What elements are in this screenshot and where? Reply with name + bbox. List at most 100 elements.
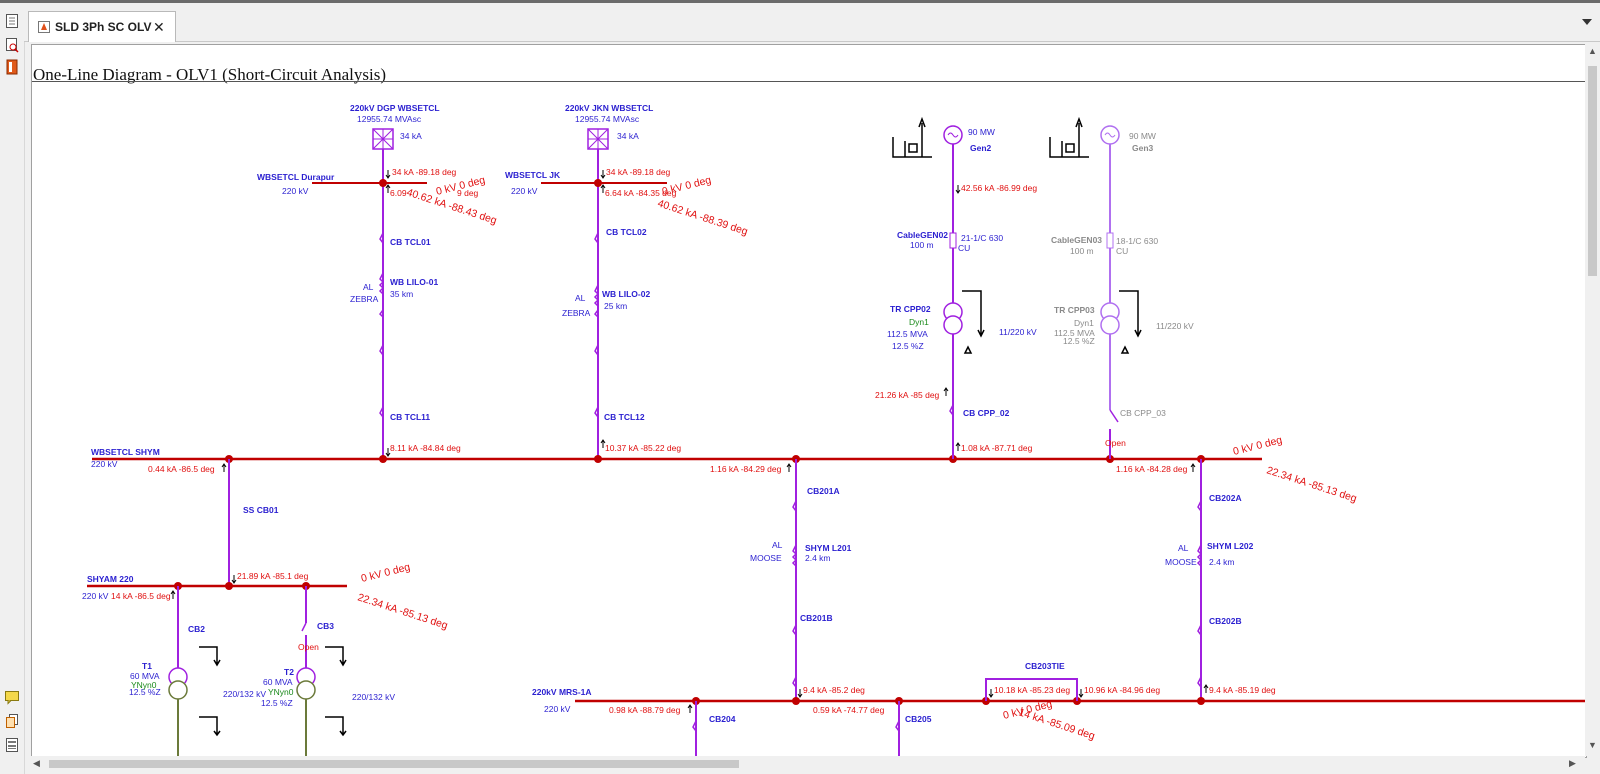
label-cablegen03-len: 100 m bbox=[1070, 246, 1094, 256]
tab-label: SLD 3Ph SC OLV bbox=[55, 20, 152, 34]
label-durapur: WBSETCL Durapur bbox=[257, 172, 335, 182]
node-durapur[interactable] bbox=[379, 179, 387, 187]
result-r21: 0 kV 0 deg bbox=[360, 561, 412, 585]
label-tr-cpp02: TR CPP02 bbox=[890, 304, 931, 314]
copy-icon[interactable] bbox=[4, 713, 20, 729]
horizontal-scroll-thumb[interactable] bbox=[49, 760, 739, 768]
label-moose4: MOOSE bbox=[1165, 557, 1197, 567]
result-r22: 22.34 kA -85.13 deg bbox=[356, 591, 449, 632]
vertical-scrollbar[interactable]: ▲ ▼ bbox=[1585, 44, 1600, 756]
label-cb3: CB3 bbox=[317, 621, 334, 631]
label-jk: WBSETCL JK bbox=[505, 170, 561, 180]
label-durapur-kv: 220 kV bbox=[282, 186, 309, 196]
label-zebra2: ZEBRA bbox=[562, 308, 591, 318]
label-tr03-kv: 11/220 kV bbox=[1156, 321, 1194, 331]
result-r13: 1.08 kA -87.71 deg bbox=[961, 443, 1033, 453]
tab-sld-3ph-sc-olv[interactable]: SLD 3Ph SC OLV ✕ bbox=[28, 11, 176, 42]
label-t1: T1 bbox=[142, 661, 152, 671]
label-tr03-z: 12.5 %Z bbox=[1063, 336, 1095, 346]
result-r12: 21.26 kA -85 deg bbox=[875, 390, 940, 400]
result-r15: 1.16 kA -84.29 deg bbox=[710, 464, 782, 474]
one-line-diagram[interactable]: 220kV DGP WBSETCL 220kV JKN WBSETCL WBSE… bbox=[32, 45, 1586, 757]
utility-dgp[interactable] bbox=[372, 128, 394, 150]
label-gen3: Gen3 bbox=[1132, 143, 1154, 153]
node-jk[interactable] bbox=[594, 179, 602, 187]
result-r8: 40.62 kA -88.39 deg bbox=[656, 197, 749, 238]
utility-jkn[interactable] bbox=[587, 128, 609, 150]
scroll-left-icon[interactable]: ◀ bbox=[33, 758, 40, 769]
diagram-file-icon bbox=[38, 21, 50, 33]
label-shym-l201: SHYM L201 bbox=[805, 543, 852, 553]
label-dgp-mva: 12955.74 MVAsc bbox=[357, 114, 422, 124]
book-icon[interactable] bbox=[4, 59, 20, 75]
result-r11: 42.56 kA -86.99 deg bbox=[961, 183, 1037, 193]
label-dgp-ka: 34 kA bbox=[400, 131, 422, 141]
result-r18: 22.34 kA -85.13 deg bbox=[1265, 464, 1358, 505]
label-shym-l202: SHYM L202 bbox=[1207, 541, 1254, 551]
label-tr02-dyn: Dyn1 bbox=[909, 317, 929, 327]
result-r7: 0 kV 0 deg bbox=[661, 174, 713, 198]
label-cb203tie: CB203TIE bbox=[1025, 661, 1065, 671]
label-jk-kv: 220 kV bbox=[511, 186, 538, 196]
label-cb-cpp02: CB CPP_02 bbox=[963, 408, 1010, 418]
transformer-t1[interactable] bbox=[168, 586, 188, 757]
label-tr02-kv: 11/220 kV bbox=[999, 327, 1037, 337]
label-al1: AL bbox=[363, 282, 374, 292]
label-t2-mva: 60 MVA bbox=[263, 677, 293, 687]
label-shym-bus: WBSETCL SHYM bbox=[91, 447, 160, 457]
result-r20: 21.89 kA -85.1 deg bbox=[237, 571, 309, 581]
result-r28: 9.4 kA -85.19 deg bbox=[1209, 685, 1276, 695]
chevron-down-icon[interactable] bbox=[1582, 19, 1592, 26]
generator-gen2[interactable] bbox=[943, 125, 963, 459]
scroll-up-icon[interactable]: ▲ bbox=[1588, 46, 1597, 56]
label-tr03-dyn: Dyn1 bbox=[1074, 318, 1094, 328]
label-cb-tcl12: CB TCL12 bbox=[604, 412, 645, 422]
label-jkn-mva: 12955.74 MVAsc bbox=[575, 114, 640, 124]
result-r26: 10.18 kA -85.23 deg bbox=[994, 685, 1070, 695]
label-cb202b: CB202B bbox=[1209, 616, 1242, 626]
label-cb-tcl11: CB TCL11 bbox=[390, 412, 430, 422]
label-tr02-z: 12.5 %Z bbox=[892, 341, 924, 351]
label-moose3: MOOSE bbox=[750, 553, 782, 563]
label-t2-z: 12.5 %Z bbox=[261, 698, 293, 708]
label-open1: Open bbox=[1105, 438, 1126, 448]
close-icon[interactable]: ✕ bbox=[153, 19, 165, 36]
page-icon[interactable] bbox=[4, 13, 20, 29]
label-cb-tcl02: CB TCL02 bbox=[606, 227, 647, 237]
label-cable03-cu: CU bbox=[1116, 246, 1128, 256]
label-shyam-kv: 220 kV bbox=[82, 591, 109, 601]
vertical-scroll-thumb[interactable] bbox=[1588, 66, 1597, 276]
list-icon[interactable] bbox=[4, 737, 20, 753]
generator-gen3[interactable] bbox=[1100, 125, 1120, 459]
result-r24: 9.4 kA -85.2 deg bbox=[803, 685, 865, 695]
label-ss-cb01: SS CB01 bbox=[243, 505, 279, 515]
scroll-down-icon[interactable]: ▼ bbox=[1588, 740, 1597, 750]
diagram-canvas[interactable]: One-Line Diagram - OLV1 (Short-Circuit A… bbox=[31, 44, 1587, 758]
result-r16: 1.16 kA -84.28 deg bbox=[1116, 464, 1188, 474]
label-t1-kv: 220/132 kV bbox=[223, 689, 266, 699]
result-r23: 0.98 kA -88.79 deg bbox=[609, 705, 681, 715]
transformer-t2[interactable] bbox=[296, 586, 316, 757]
result-r9: 8.11 kA -84.84 deg bbox=[390, 443, 461, 453]
comment-icon[interactable] bbox=[4, 689, 20, 705]
label-mrs-kv: 220 kV bbox=[544, 704, 571, 714]
label-al2: AL bbox=[575, 293, 586, 303]
result-r17: 0 kV 0 deg bbox=[1232, 434, 1284, 458]
result-r10: 10.37 kA -85.22 deg bbox=[605, 443, 681, 453]
scroll-right-icon[interactable]: ▶ bbox=[1569, 758, 1576, 769]
left-toolbar bbox=[0, 3, 25, 774]
label-mrs-bus: 220kV MRS-1A bbox=[532, 687, 592, 697]
result-r5: 34 kA -89.18 deg bbox=[606, 167, 671, 177]
label-cb-cpp03: CB CPP_03 bbox=[1120, 408, 1166, 418]
label-cable02-cu: CU bbox=[958, 243, 970, 253]
label-t1-vec: YNyn0 bbox=[131, 680, 157, 690]
result-r2: 6.09 bbox=[390, 188, 407, 198]
label-lilo02: WB LILO-02 bbox=[602, 289, 650, 299]
label-shym-kv: 220 kV bbox=[91, 459, 118, 469]
result-r27: 10.96 kA -84.96 deg bbox=[1084, 685, 1160, 695]
horizontal-scrollbar[interactable]: ◀ ▶ bbox=[31, 756, 1585, 772]
label-gen3-mw: 90 MW bbox=[1129, 131, 1156, 141]
search-report-icon[interactable] bbox=[4, 37, 20, 53]
label-cb2: CB2 bbox=[188, 624, 205, 634]
label-t2-kv: 220/132 kV bbox=[352, 692, 395, 702]
